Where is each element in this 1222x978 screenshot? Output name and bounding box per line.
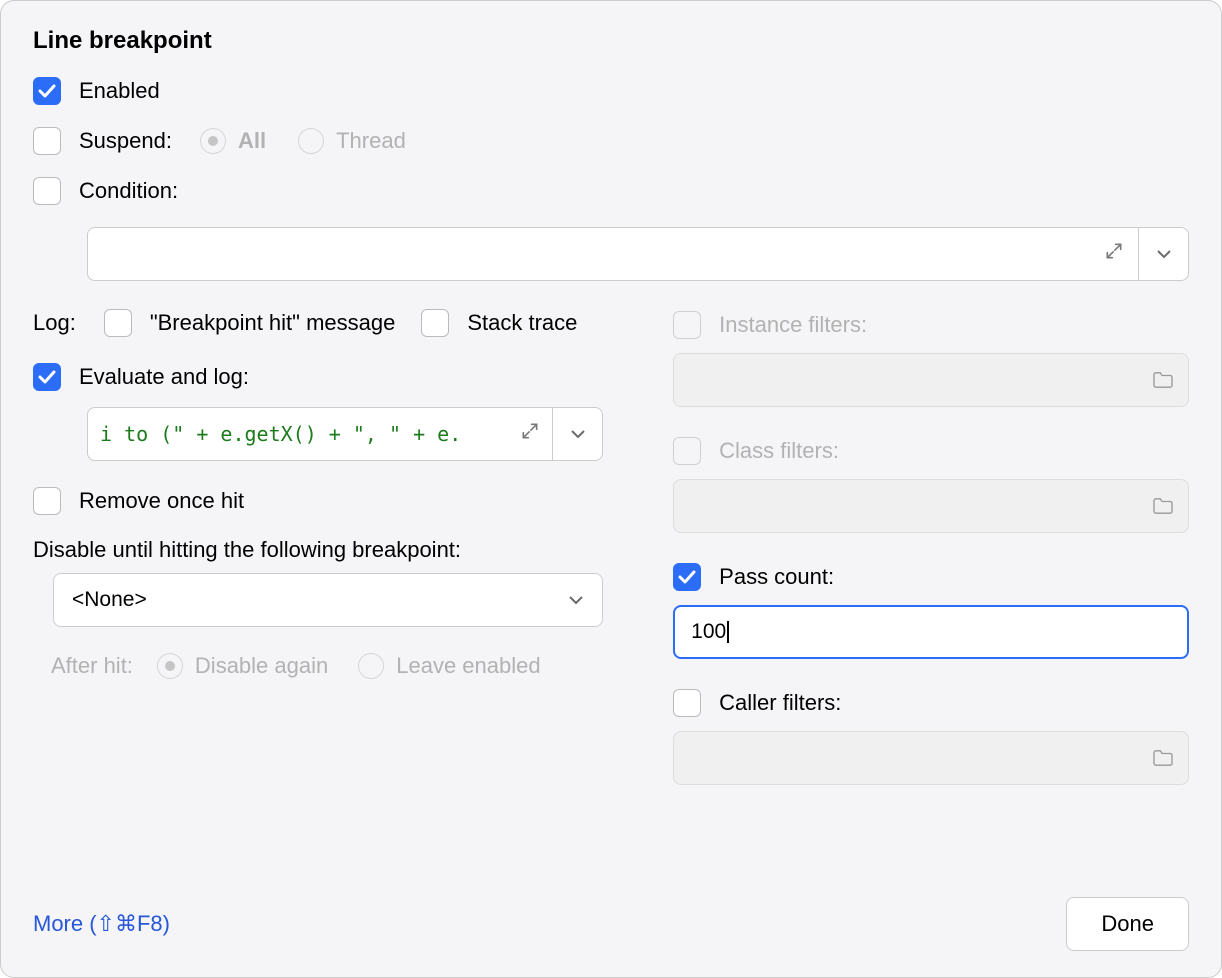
suspend-all-label: All — [238, 128, 266, 154]
condition-dropdown-toggle[interactable] — [1138, 228, 1188, 280]
more-link[interactable]: More (⇧⌘F8) — [33, 911, 170, 937]
log-hit-message-checkbox[interactable] — [104, 309, 132, 337]
pass-count-input[interactable]: 100 — [673, 605, 1189, 659]
evaluate-log-code: i to (" + e.getX() + ", " + e. — [100, 422, 508, 446]
after-hit-leave-radio[interactable] — [358, 653, 384, 679]
enabled-checkbox[interactable] — [33, 77, 61, 105]
class-filters-label: Class filters: — [719, 438, 839, 464]
enabled-label: Enabled — [79, 78, 160, 104]
instance-filters-input — [673, 353, 1189, 407]
suspend-checkbox[interactable] — [33, 127, 61, 155]
condition-input[interactable] — [87, 227, 1189, 281]
condition-checkbox[interactable] — [33, 177, 61, 205]
log-stack-trace-label: Stack trace — [467, 310, 577, 336]
disable-until-select[interactable]: <None> — [53, 573, 603, 627]
remove-once-hit-checkbox[interactable] — [33, 487, 61, 515]
class-filters-checkbox — [673, 437, 701, 465]
caller-filters-input[interactable] — [673, 731, 1189, 785]
after-hit-disable-label: Disable again — [195, 653, 328, 679]
pass-count-value: 100 — [691, 620, 729, 644]
popup-title: Line breakpoint — [33, 27, 1189, 55]
instance-filters-label: Instance filters: — [719, 312, 867, 338]
disable-until-label: Disable until hitting the following brea… — [33, 537, 603, 563]
disable-until-value: <None> — [72, 588, 568, 612]
suspend-all-radio[interactable] — [200, 128, 226, 154]
evaluate-log-checkbox[interactable] — [33, 363, 61, 391]
condition-label: Condition: — [79, 178, 178, 204]
suspend-thread-label: Thread — [336, 128, 406, 154]
log-label: Log: — [33, 310, 76, 336]
caller-filters-label: Caller filters: — [719, 690, 841, 716]
expand-icon[interactable] — [1090, 241, 1138, 267]
suspend-thread-radio[interactable] — [298, 128, 324, 154]
pass-count-label: Pass count: — [719, 564, 834, 590]
caller-filters-checkbox[interactable] — [673, 689, 701, 717]
expand-icon[interactable] — [508, 421, 552, 447]
remove-once-hit-label: Remove once hit — [79, 488, 244, 514]
log-hit-message-label: "Breakpoint hit" message — [150, 310, 396, 336]
after-hit-leave-label: Leave enabled — [396, 653, 540, 679]
done-button[interactable]: Done — [1066, 897, 1189, 951]
folder-icon — [1152, 497, 1174, 515]
pass-count-checkbox[interactable] — [673, 563, 701, 591]
log-stack-trace-checkbox[interactable] — [421, 309, 449, 337]
folder-icon — [1152, 371, 1174, 389]
chevron-down-icon — [568, 595, 584, 605]
evaluate-dropdown-toggle[interactable] — [552, 408, 602, 460]
instance-filters-checkbox — [673, 311, 701, 339]
class-filters-input — [673, 479, 1189, 533]
after-hit-label: After hit: — [51, 653, 133, 679]
folder-icon — [1152, 749, 1174, 767]
evaluate-log-label: Evaluate and log: — [79, 364, 249, 390]
after-hit-disable-radio[interactable] — [157, 653, 183, 679]
evaluate-log-input[interactable]: i to (" + e.getX() + ", " + e. — [87, 407, 603, 461]
suspend-label: Suspend: — [79, 128, 172, 154]
breakpoint-popup: Line breakpoint Enabled Suspend: All Thr… — [0, 0, 1222, 978]
